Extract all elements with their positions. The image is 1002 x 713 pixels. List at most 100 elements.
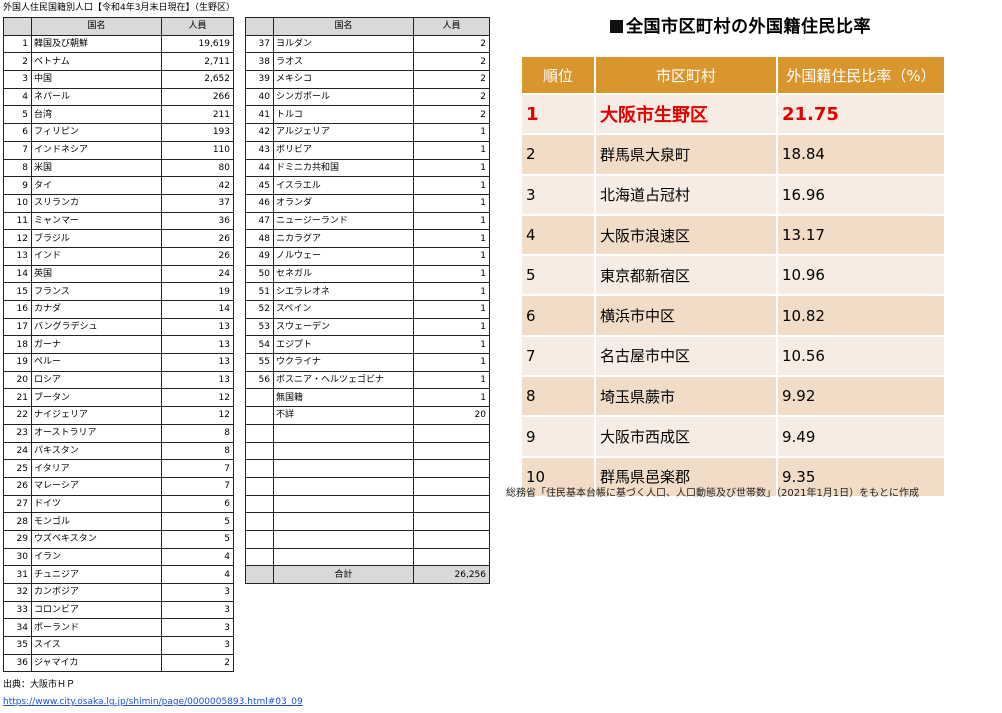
table-row: 6 フィリピン 193 — [3, 123, 234, 142]
population-value: 1 — [413, 229, 490, 248]
empty-cell — [245, 459, 274, 478]
table-row: 38 ラオス 2 — [245, 52, 490, 72]
country-name: パキスタン — [31, 441, 162, 461]
population-value: 110 — [161, 140, 234, 160]
empty-cell — [414, 601, 490, 618]
ranking-header-rank: 順位 — [522, 57, 596, 93]
country-name: 無国籍 — [273, 388, 414, 408]
table-row: 36 ジャマイカ 2 — [3, 653, 234, 673]
row-number: 38 — [245, 52, 274, 72]
population-value: 2 — [413, 70, 490, 89]
country-name: ヨルダン — [273, 34, 414, 54]
country-name: スイス — [31, 636, 162, 655]
city-name: 北海道占冠村 — [596, 173, 778, 214]
empty-cell — [274, 601, 414, 618]
row-number: 41 — [245, 105, 274, 125]
empty-cell — [273, 423, 414, 443]
city-name: 大阪市西成区 — [596, 415, 778, 456]
country-name: ラオス — [273, 52, 414, 72]
row-number: 17 — [3, 317, 32, 337]
table-row: 52 スペイン 1 — [245, 300, 490, 319]
population-value: 1 — [413, 282, 490, 301]
population-value: 12 — [161, 388, 234, 408]
ratio-value: 16.96 — [778, 173, 944, 214]
row-number: 3 — [3, 70, 32, 89]
empty-cell — [273, 476, 414, 496]
country-name: イタリア — [31, 459, 162, 478]
row-number: 35 — [3, 636, 32, 655]
ratio-value: 21.75 — [778, 93, 944, 134]
table-row: 53 スウェーデン 1 — [245, 317, 490, 337]
empty-cell — [274, 584, 414, 601]
table-row: 4 ネパール 266 — [3, 87, 234, 107]
row-number: 30 — [3, 547, 32, 567]
country-name: イラン — [31, 547, 162, 567]
table-row: 34 ポーランド 3 — [3, 618, 234, 638]
table-row: 3 中国 2,652 — [3, 70, 234, 89]
row-number: 52 — [245, 300, 274, 319]
table-row: 7 インドネシア 110 — [3, 140, 234, 160]
ranking-header-row: 順位 市区町村 外国籍住民比率（%） — [522, 57, 944, 93]
table-row: 25 イタリア 7 — [3, 459, 234, 478]
ratio-value: 13.17 — [778, 213, 944, 255]
row-number: 15 — [3, 282, 32, 301]
source-link[interactable]: https://www.city.osaka.lg.jp/shimin/page… — [3, 697, 303, 707]
ranking-table: 順位 市区町村 外国籍住民比率（%） 1 大阪市生野区 21.75 2 群馬県大泉町 18… — [522, 57, 944, 496]
country-name: エジプト — [273, 335, 414, 355]
table-header-row: 国名 人員 — [245, 17, 490, 36]
table-row: 51 シエラレオネ 1 — [245, 282, 490, 301]
country-name: スリランカ — [31, 193, 162, 213]
row-number — [245, 388, 274, 408]
empty-cell — [413, 441, 490, 461]
empty-cell — [245, 512, 274, 531]
population-value: 1 — [413, 158, 490, 178]
table-row: 33 コロンビア 3 — [3, 600, 234, 620]
table-row: 不詳 20 — [245, 406, 490, 425]
row-number: 42 — [245, 123, 274, 142]
row-number: 23 — [3, 423, 32, 443]
population-value: 12 — [161, 406, 234, 425]
row-number: 18 — [3, 335, 32, 355]
row-number: 10 — [3, 193, 32, 213]
population-value: 6 — [161, 494, 234, 514]
row-number: 12 — [3, 229, 32, 248]
empty-cell — [273, 547, 414, 567]
row-number: 49 — [245, 246, 274, 266]
empty-row — [246, 601, 490, 618]
population-value: 8 — [161, 441, 234, 461]
country-name: ポーランド — [31, 618, 162, 638]
table-row: 無国籍 1 — [245, 388, 490, 408]
country-name: ブラジル — [31, 229, 162, 248]
row-number — [245, 406, 274, 425]
table-row: 43 ボリビア 1 — [245, 140, 490, 160]
country-name: ブータン — [31, 388, 162, 408]
country-name: インド — [31, 246, 162, 266]
table-row: 55 ウクライナ 1 — [245, 353, 490, 372]
rank-value: 1 — [522, 93, 596, 134]
square-bullet-icon — [610, 20, 623, 33]
table-row: 49 ノルウェー 1 — [245, 246, 490, 266]
country-name: ガーナ — [31, 335, 162, 355]
ratio-value: 9.49 — [778, 415, 944, 456]
row-number: 34 — [3, 618, 32, 638]
empty-cell — [245, 529, 274, 549]
population-value: 19 — [161, 282, 234, 301]
row-number: 28 — [3, 512, 32, 531]
empty-cell — [245, 423, 274, 443]
ranking-row: 9 大阪市西成区 9.49 — [522, 415, 944, 456]
table-row: 56 ボスニア・ヘルツェゴビナ 1 — [245, 370, 490, 390]
header-country: 国名 — [273, 17, 414, 36]
empty-cell — [246, 584, 274, 601]
row-number: 11 — [3, 211, 32, 231]
row-number: 19 — [3, 353, 32, 372]
empty-cell — [413, 423, 490, 443]
country-name: イスラエル — [273, 176, 414, 195]
population-value: 1 — [413, 300, 490, 319]
empty-cell — [414, 584, 490, 601]
row-number: 44 — [245, 158, 274, 178]
population-value: 1 — [413, 211, 490, 231]
empty-row — [245, 529, 490, 549]
table-row: 24 パキスタン 8 — [3, 441, 234, 461]
table-row: 21 ブータン 12 — [3, 388, 234, 408]
table-row: 22 ナイジェリア 12 — [3, 406, 234, 425]
